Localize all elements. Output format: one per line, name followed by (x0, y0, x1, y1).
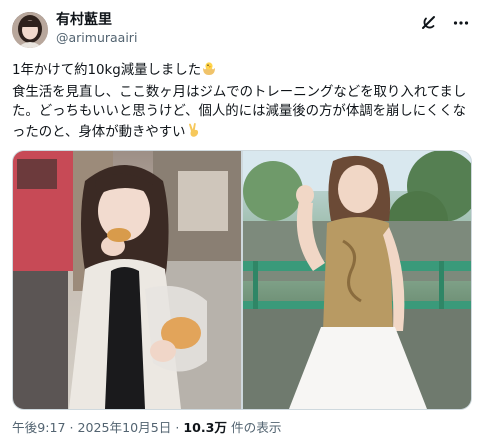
chick-emoji-icon (201, 60, 217, 83)
post-line-1-text: 1年かけて約10kg減量しました (12, 63, 202, 78)
more-icon[interactable] (452, 14, 470, 32)
post-timestamp[interactable]: 午後9:17 · 2025年10月5日 · (12, 420, 183, 435)
views-count: 10.3万 (183, 420, 228, 435)
photo-after-icon[interactable] (243, 151, 471, 409)
grok-icon[interactable] (420, 14, 438, 32)
views-label: 件の表示 (227, 420, 282, 435)
post-card: 有村藍里 @arimuraairi 1年かけて約10kg減量しました 食生活を見… (0, 0, 480, 446)
post-line-2-text: 食生活を見直し、ここ数ヶ月はジムでのトレーニングなどを取り入れてました。どっちも… (12, 84, 467, 140)
post-line-1: 1年かけて約10kg減量しました (12, 60, 468, 83)
author-handle[interactable]: @arimuraairi (56, 30, 137, 46)
avatar[interactable] (12, 12, 48, 48)
top-actions (420, 14, 470, 32)
media-grid[interactable] (12, 150, 472, 410)
post-line-2: 食生活を見直し、ここ数ヶ月はジムでのトレーニングなどを取り入れてました。どっちも… (12, 83, 468, 145)
photo-before-icon[interactable] (13, 151, 241, 409)
post-text: 1年かけて約10kg減量しました 食生活を見直し、ここ数ヶ月はジムでのトレーニン… (12, 60, 468, 144)
author-display-name[interactable]: 有村藍里 (56, 12, 112, 29)
victory-hand-emoji-icon (186, 122, 202, 145)
avatar-image (12, 12, 48, 48)
post-meta: 午後9:17 · 2025年10月5日 · 10.3万 件の表示 (12, 420, 281, 436)
